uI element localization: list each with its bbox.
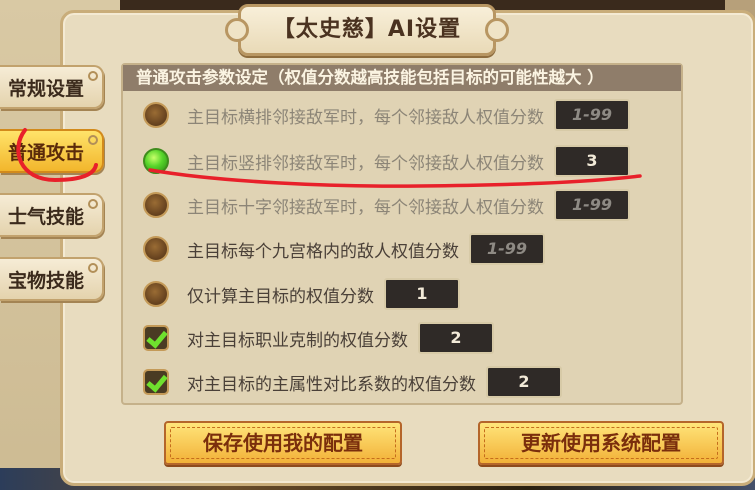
option-row-cross-adjacent: 主目标十字邻接敌军时，每个邻接敌人权值分数 1-99 — [143, 187, 630, 223]
option-row-attribute-ratio: 对主目标的主属性对比系数的权值分数 2 — [143, 364, 562, 400]
tab-general-settings[interactable]: 常规设置 — [0, 65, 104, 109]
corner-ornament-icon — [88, 263, 98, 273]
brown-orb-icon[interactable] — [143, 281, 169, 307]
score-input[interactable]: 1-99 — [554, 189, 630, 221]
green-checkmark-icon[interactable] — [143, 325, 169, 351]
section-header: 普通攻击参数设定（权值分数越高技能包括目标的可能性越大 ） — [123, 65, 681, 91]
title-plate: 【太史慈】AI设置 — [225, 4, 509, 56]
page-title: 【太史慈】AI设置 — [272, 17, 462, 42]
option-label: 主目标竖排邻接敌军时，每个邻接敌人权值分数 — [187, 153, 544, 174]
tab-normal-attack[interactable]: 普通攻击 — [0, 129, 104, 173]
option-row-main-target-only: 仅计算主目标的权值分数 1 — [143, 276, 460, 312]
score-input[interactable]: 2 — [418, 322, 494, 354]
score-input[interactable]: 2 — [486, 366, 562, 398]
brown-orb-icon[interactable] — [143, 102, 169, 128]
corner-ornament-icon — [88, 135, 98, 145]
option-row-nine-grid: 主目标每个九宫格内的敌人权值分数 1-99 — [143, 231, 545, 267]
score-input[interactable]: 3 — [554, 145, 630, 177]
attack-params-section: 普通攻击参数设定（权值分数越高技能包括目标的可能性越大 ） 主目标横排邻接敌军时… — [121, 63, 683, 405]
tab-treasure-skill[interactable]: 宝物技能 — [0, 257, 104, 301]
option-label: 对主目标职业克制的权值分数 — [187, 330, 408, 351]
corner-ornament-icon — [88, 199, 98, 209]
option-label: 主目标十字邻接敌军时，每个邻接敌人权值分数 — [187, 197, 544, 218]
save-my-config-button[interactable]: 保存使用我的配置 — [164, 421, 402, 465]
green-orb-icon[interactable] — [143, 148, 169, 174]
option-row-class-counter: 对主目标职业克制的权值分数 2 — [143, 320, 494, 356]
score-input[interactable]: 1 — [384, 278, 460, 310]
corner-ornament-icon — [88, 71, 98, 81]
option-label: 主目标横排邻接敌军时，每个邻接敌人权值分数 — [187, 107, 544, 128]
brown-orb-icon[interactable] — [143, 236, 169, 262]
brown-orb-icon[interactable] — [143, 192, 169, 218]
button-label: 更新使用系统配置 — [521, 431, 681, 455]
green-checkmark-icon[interactable] — [143, 369, 169, 395]
option-label: 仅计算主目标的权值分数 — [187, 286, 374, 307]
use-system-config-button[interactable]: 更新使用系统配置 — [478, 421, 724, 465]
tab-morale-skill[interactable]: 士气技能 — [0, 193, 104, 237]
option-row-horizontal-adjacent: 主目标横排邻接敌军时，每个邻接敌人权值分数 1-99 — [143, 97, 630, 133]
button-label: 保存使用我的配置 — [203, 431, 363, 455]
tab-label: 宝物技能 — [8, 270, 85, 292]
tab-label: 普通攻击 — [8, 142, 85, 164]
score-input[interactable]: 1-99 — [469, 233, 545, 265]
score-input[interactable]: 1-99 — [554, 99, 630, 131]
option-label: 主目标每个九宫格内的敌人权值分数 — [187, 241, 459, 262]
tab-label: 士气技能 — [8, 206, 85, 228]
option-row-vertical-adjacent: 主目标竖排邻接敌军时，每个邻接敌人权值分数 3 — [143, 143, 630, 179]
option-label: 对主目标的主属性对比系数的权值分数 — [187, 374, 476, 395]
tab-label: 常规设置 — [8, 78, 85, 100]
